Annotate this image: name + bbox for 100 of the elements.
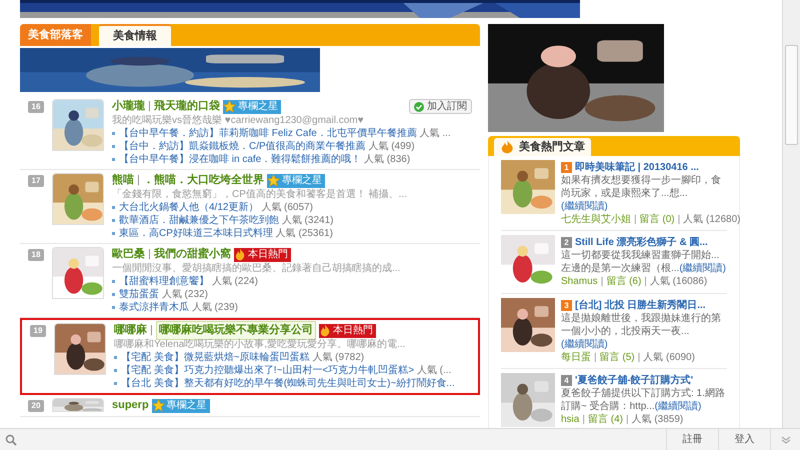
- post-link[interactable]: 泰式涼拌青木瓜: [119, 302, 189, 313]
- blog-description: 一個閒閒沒事、愛胡搞瞎搞的歐巴桑、記錄著自己胡搞瞎搞的成...: [112, 262, 402, 275]
- article-excerpt: 夏爸餃子舖提供以下訂購方式: 1.網路訂購~ 受合購：http...(繼續閱讀): [561, 387, 726, 413]
- article-excerpt: 如果有擠友想要獲得一步一腳印，食尚玩家，或是康熙來了...想... (繼續閱讀): [561, 174, 722, 213]
- blog-name-link[interactable]: 飛天瓏的口袋: [154, 98, 220, 115]
- popularity-count: 人氣 (25361): [276, 228, 333, 239]
- popularity-count: 人氣 (499): [368, 141, 415, 152]
- popularity-count: 人氣 (...: [416, 365, 452, 376]
- post-link[interactable]: 【台北 美食】整天都有好吃的早午餐(蜘蛛司先生與吐司女士)~紛打鬧好食...: [121, 378, 455, 389]
- post-link[interactable]: 【台中．約訪】凱焱鐵板燒．C/P值很高的商業午餐推薦: [119, 141, 366, 152]
- popularity-count: 人氣 (232): [162, 289, 208, 300]
- author-link[interactable]: hsia: [561, 413, 580, 426]
- post-link[interactable]: 【甜蜜料理創意饗】: [119, 276, 209, 287]
- read-more-link[interactable]: (繼續閱讀): [654, 401, 702, 412]
- blog-description: 哪哪麻和Yelena吃喝玩樂的小故事,愛吃愛玩愛分享。哪哪麻的電...: [114, 338, 406, 351]
- rank-badge: 4: [561, 374, 572, 386]
- separator: |: [678, 213, 680, 226]
- bullet: [112, 158, 115, 161]
- comments-link[interactable]: 留言 (6): [606, 275, 642, 288]
- bullet: [112, 293, 115, 296]
- separator: |: [150, 323, 153, 338]
- flame-icon: [234, 248, 246, 261]
- bullet: [112, 280, 115, 283]
- rank-number: 20: [28, 400, 44, 412]
- rank-number: 19: [30, 325, 46, 337]
- scrollbar[interactable]: [782, 0, 800, 428]
- star-icon: [152, 399, 165, 412]
- tab[interactable]: 美食情報: [99, 24, 171, 46]
- separator: |: [634, 213, 637, 226]
- post-link[interactable]: 歡華酒店．甜鹹兼優之下午茶吃到飽: [119, 215, 279, 226]
- rank-number: 17: [28, 175, 44, 187]
- popularity-count: 人氣 (836): [364, 154, 410, 165]
- scroll-thumb[interactable]: [785, 45, 798, 145]
- toolbar-button[interactable]: 註冊: [666, 428, 718, 450]
- bullet: [112, 206, 115, 209]
- rank-badge: 2: [561, 236, 572, 248]
- blog-description: 「金錢有限，食慾無窮」，CP值高的美食和饕客是首選！ 補攝、...: [112, 188, 408, 201]
- popularity-count: 人氣 (3859): [632, 413, 684, 426]
- article-link[interactable]: [台北] 北投 日勝生新秀閣日...: [575, 298, 706, 312]
- separator: |: [594, 351, 597, 364]
- post-link[interactable]: 大台北火鍋餐人他（4/12更新）: [119, 202, 258, 213]
- blogger-link[interactable]: superp: [112, 397, 149, 414]
- star-icon: [222, 100, 236, 113]
- bullet: [112, 132, 115, 135]
- popularity-count: 人氣 (224): [212, 276, 258, 287]
- rank-badge: 3: [561, 300, 572, 310]
- separator: |: [582, 413, 585, 426]
- subscribe-button[interactable]: 加入訂閱: [409, 99, 472, 114]
- column-star-badge: 專欄之星: [266, 174, 325, 188]
- bullet: [112, 232, 115, 235]
- comments-link[interactable]: 留言 (5): [600, 351, 635, 364]
- separator: |: [638, 351, 640, 364]
- comments-link[interactable]: 留言 (0): [640, 213, 675, 226]
- bullet: [114, 356, 117, 359]
- article-link[interactable]: 即時美味筆記 | 20130416 ...: [575, 160, 699, 174]
- blogger-link[interactable]: 小瓏瓏: [112, 98, 145, 115]
- blogger-link[interactable]: 熊喵: [112, 172, 134, 189]
- article-excerpt: 這是拋娘離世後，我跟拋妹進行的第一個小小的，北投兩天一夜... (繼續閱讀): [561, 312, 722, 351]
- chevron-down-icon[interactable]: [780, 434, 790, 444]
- popularity-count: 人氣 (12680): [683, 213, 740, 226]
- article-link[interactable]: Still Life 漂亮彩色獅子 & 圓...: [575, 234, 708, 250]
- read-more-link[interactable]: (繼續閱讀): [561, 201, 608, 212]
- post-link[interactable]: 【宅配 美食】微晃藍烘焙~原味輪蛋凹蛋糕: [121, 352, 310, 363]
- read-more-link[interactable]: (繼續閱讀): [679, 263, 726, 274]
- bullet: [114, 382, 117, 385]
- toolbar-button[interactable]: 登入: [718, 428, 770, 450]
- blogger-link[interactable]: 歐巴桑: [112, 246, 145, 263]
- post-link[interactable]: 【台中早午餐．約訪】菲莉斯咖啡 Feliz Cafe．北屯平價早午餐推薦: [119, 128, 417, 139]
- post-link[interactable]: 雙茄蛋蛋: [119, 289, 159, 300]
- panel-title: 美食熱門文章: [519, 139, 585, 155]
- article-link[interactable]: '夏爸餃子舖-餃子訂購方式': [575, 372, 694, 388]
- check-icon: [414, 102, 424, 112]
- comments-link[interactable]: 留言 (4): [588, 413, 623, 426]
- blogger-link[interactable]: 哪哪麻: [114, 322, 147, 339]
- post-link[interactable]: 【宅配 美食】巧克力控聽爆出來了!~山田村一<巧克力牛軋凹蛋糕>: [121, 365, 414, 376]
- popularity-count: 人氣 (239): [192, 302, 238, 313]
- blog-name-link[interactable]: 哪哪麻吃喝玩樂不專業分享公司: [156, 321, 316, 340]
- search-icon[interactable]: [5, 434, 17, 446]
- post-link[interactable]: 【台中早午餐】浸在咖啡 in cafe．難得鬆餅推薦的哦！: [119, 154, 362, 165]
- popularity-count: 人氣 (6057): [261, 202, 313, 213]
- popularity-count: 人氣 (3241): [282, 215, 334, 226]
- rank-number: 16: [28, 101, 44, 113]
- separator: |: [148, 247, 151, 262]
- blog-name-link[interactable]: 我們の甜蜜小窩: [154, 246, 231, 263]
- bullet: [114, 369, 117, 372]
- read-more-link[interactable]: (繼續閱讀): [561, 339, 608, 350]
- column-star-badge: 專欄之星: [222, 100, 281, 114]
- bullet: [112, 306, 115, 309]
- separator: |: [600, 275, 604, 288]
- popularity-count: 人氣 (6090): [643, 351, 695, 364]
- author-link[interactable]: 七先生與艾小姐: [561, 213, 631, 226]
- blog-name-link[interactable]: ．熊喵．大口吃垮全世界: [142, 172, 264, 189]
- popularity-count: 人氣 ...: [420, 128, 451, 139]
- hot-today-badge: 本日熱門: [234, 248, 291, 262]
- post-link[interactable]: 東區．高CP好味道三本味日式料理: [119, 228, 273, 239]
- author-link[interactable]: 每日蛋: [561, 351, 591, 364]
- author-link[interactable]: Shamus: [561, 275, 598, 288]
- separator: |: [644, 275, 647, 288]
- separator: |: [626, 413, 629, 426]
- blog-description: 我的吃喝玩樂vs晉悠哉樂 ♥carriewang1230@gmail.com♥: [112, 114, 365, 127]
